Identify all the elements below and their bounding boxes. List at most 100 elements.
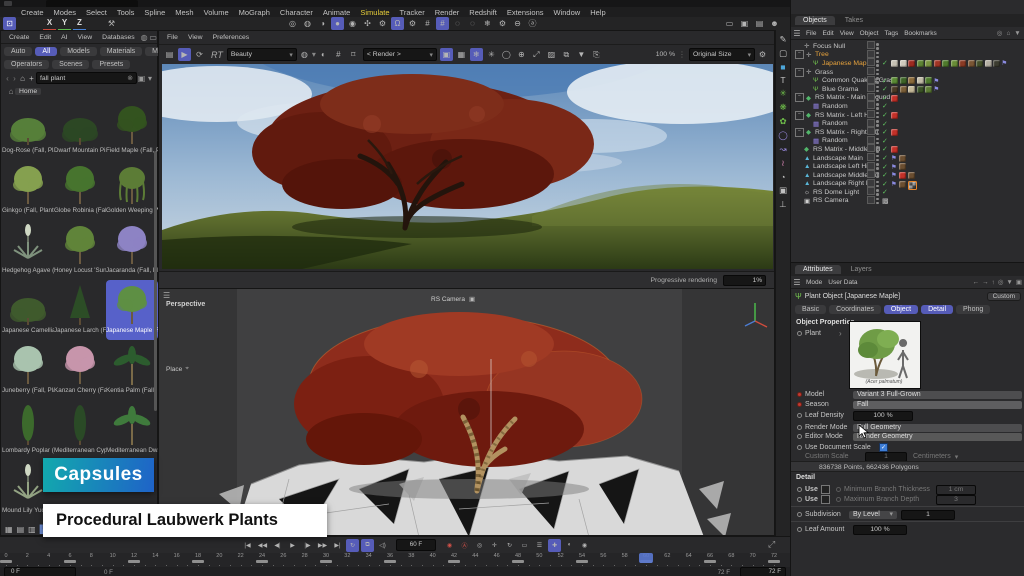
material-tag[interactable]	[899, 163, 906, 170]
menu-animate[interactable]: Animate	[318, 8, 356, 17]
key-circle[interactable]	[797, 487, 802, 492]
enabled-check-icon[interactable]: ✓	[882, 137, 888, 145]
plant-card[interactable]: Honey Locust 'Sunbur...	[54, 220, 106, 280]
start-ipr-icon[interactable]: ▶	[178, 48, 191, 61]
current-frame-field[interactable]: 60 F	[396, 539, 436, 551]
key-circle[interactable]	[797, 497, 802, 502]
dropdown-icon[interactable]: ▾	[146, 74, 154, 83]
object-row-rs-camera[interactable]: ▣RS Camera▩	[791, 197, 1024, 206]
material-tag[interactable]	[917, 60, 924, 67]
enabled-check-icon[interactable]: ✓	[882, 188, 888, 196]
goto-start-icon[interactable]: |◀	[241, 539, 254, 552]
expand-icon[interactable]: ⤢	[530, 48, 543, 61]
object-name[interactable]: Focus Null	[813, 43, 845, 50]
menu-volume[interactable]: Volume	[199, 8, 234, 17]
plant-card[interactable]: Jacaranda (Fall, Plant)	[106, 220, 158, 280]
play-icon[interactable]: ▶	[286, 539, 299, 552]
object-row-rs-matrix-middle-hill[interactable]: ◆RS Matrix - Middle Hill✓	[791, 145, 1024, 154]
menu-mesh[interactable]: Mesh	[170, 8, 198, 17]
plant-card[interactable]: Juneberry (Fall, Plant)	[2, 340, 54, 400]
plant-card[interactable]: Japanese Maple (Fall, ...	[106, 280, 158, 340]
magnet-icon[interactable]: Ω	[391, 17, 404, 30]
star-icon[interactable]: ✳	[485, 48, 498, 61]
menu-spline[interactable]: Spline	[139, 8, 170, 17]
volume-icon[interactable]: ◔	[780, 172, 785, 182]
expand-toggle[interactable]: −	[795, 128, 804, 137]
globe-icon[interactable]: ◍	[140, 33, 149, 42]
visibility-dots[interactable]	[876, 172, 879, 179]
tab-attributes[interactable]: Attributes	[795, 265, 841, 274]
object-name[interactable]: Random	[822, 103, 848, 110]
team-render-icon[interactable]: ☻	[768, 17, 781, 30]
dim-a-icon[interactable]: ◌	[451, 17, 464, 30]
material-tag[interactable]	[925, 86, 932, 93]
filter-tab-materials[interactable]: Materials	[100, 47, 142, 56]
use-min-branch-checkbox[interactable]	[821, 485, 830, 494]
prev-key-icon[interactable]: ◀◀	[256, 539, 269, 552]
document-tab[interactable]	[46, 0, 138, 7]
refresh-icon[interactable]: ⟳	[193, 48, 206, 61]
visibility-dots[interactable]	[876, 52, 879, 59]
menu-help[interactable]: Help	[585, 8, 610, 17]
cube-primitive-icon[interactable]: ■	[780, 62, 785, 72]
enabled-check-icon[interactable]: ✓	[882, 171, 888, 179]
axis-lock-z[interactable]: Z	[73, 16, 86, 31]
visibility-dots[interactable]	[876, 43, 879, 50]
material-tag[interactable]	[908, 77, 915, 84]
history-icon[interactable]: ▤	[163, 48, 176, 61]
key-circle[interactable]	[797, 425, 802, 430]
plant-card[interactable]: Mediterranean Dwarf ...	[106, 400, 158, 460]
key-circle[interactable]	[797, 413, 802, 418]
material-tag[interactable]	[908, 172, 915, 179]
loop-icon[interactable]: ↻	[346, 539, 359, 552]
list-view-icon[interactable]: ▤	[17, 525, 25, 534]
enabled-check-icon[interactable]: ✓	[882, 145, 888, 153]
enabled-check-icon[interactable]: ✓	[882, 111, 888, 119]
object-name[interactable]: Landscape Left Hill	[813, 163, 871, 170]
viewport[interactable]: ☰ Perspective RS Camera ▣ Place ⌖	[158, 288, 775, 536]
material-tag[interactable]	[900, 86, 907, 93]
add-icon[interactable]: +	[27, 74, 36, 83]
spline-pen-icon[interactable]: ✎	[779, 34, 786, 45]
object-row-blue-grama[interactable]: ΨBlue Grama✓⚑	[791, 85, 1024, 94]
material-tag[interactable]	[925, 77, 932, 84]
stage-icon[interactable]: ⊥	[779, 199, 786, 210]
menu-extensions[interactable]: Extensions	[502, 8, 549, 17]
range-start-field[interactable]: 0 F	[4, 567, 76, 576]
character-settings-icon[interactable]: ⚙	[376, 17, 389, 30]
back-icon[interactable]: ‹	[4, 74, 11, 83]
material-tag[interactable]	[900, 60, 907, 67]
key-circle[interactable]	[797, 331, 802, 336]
plant-card[interactable]: Lombardy Poplar (Fall...	[2, 400, 54, 460]
material-tag[interactable]	[900, 77, 907, 84]
material-tag[interactable]	[891, 146, 898, 153]
annotate-icon[interactable]: ⓐ	[526, 17, 539, 30]
visibility-dots[interactable]	[876, 120, 879, 127]
attr-menu-user-data[interactable]: User Data	[825, 279, 860, 286]
obj-menu-bookmarks[interactable]: Bookmarks	[901, 30, 940, 37]
render-mode-value[interactable]: Full Geometry	[853, 424, 1022, 432]
category-tab-scenes[interactable]: Scenes	[52, 60, 89, 69]
monitor-icon[interactable]: ▭	[149, 33, 158, 42]
target-icon[interactable]: ⊕	[515, 48, 528, 61]
motion-a-icon[interactable]: ◐	[563, 539, 576, 552]
object-row-japanese-maple[interactable]: ΨJapanese Maple✓⚑	[791, 59, 1024, 68]
grid-a-icon[interactable]: #	[421, 17, 434, 30]
effector-icon[interactable]: ✿	[779, 116, 786, 127]
category-tab-operators[interactable]: Operators	[4, 60, 49, 69]
object-name[interactable]: Tree	[815, 51, 829, 58]
viewport-menu-icon[interactable]: ☰	[163, 291, 170, 300]
asset-scrollbar[interactable]	[154, 151, 157, 411]
visibility-dots[interactable]	[876, 69, 879, 76]
object-row-rs-matrix-main-ground[interactable]: −◆RS Matrix - Main Ground✓	[791, 94, 1024, 103]
object-row-landscape-main[interactable]: ▲Landscape Main✓⚑	[791, 154, 1024, 163]
key-rotation-icon[interactable]: ↻	[503, 539, 516, 552]
visibility-dots[interactable]	[876, 129, 879, 136]
object-name[interactable]: RS Dome Light	[813, 189, 859, 196]
expand-toggle[interactable]: −	[795, 50, 804, 59]
visibility-dots[interactable]	[876, 163, 879, 170]
keyed-circle[interactable]	[797, 402, 802, 407]
leaf-density-value[interactable]: 100 %	[853, 411, 913, 421]
plant-card[interactable]: Ginkgo (Fall, Plant)	[2, 160, 54, 220]
motion-b-icon[interactable]: ◉	[578, 539, 591, 552]
